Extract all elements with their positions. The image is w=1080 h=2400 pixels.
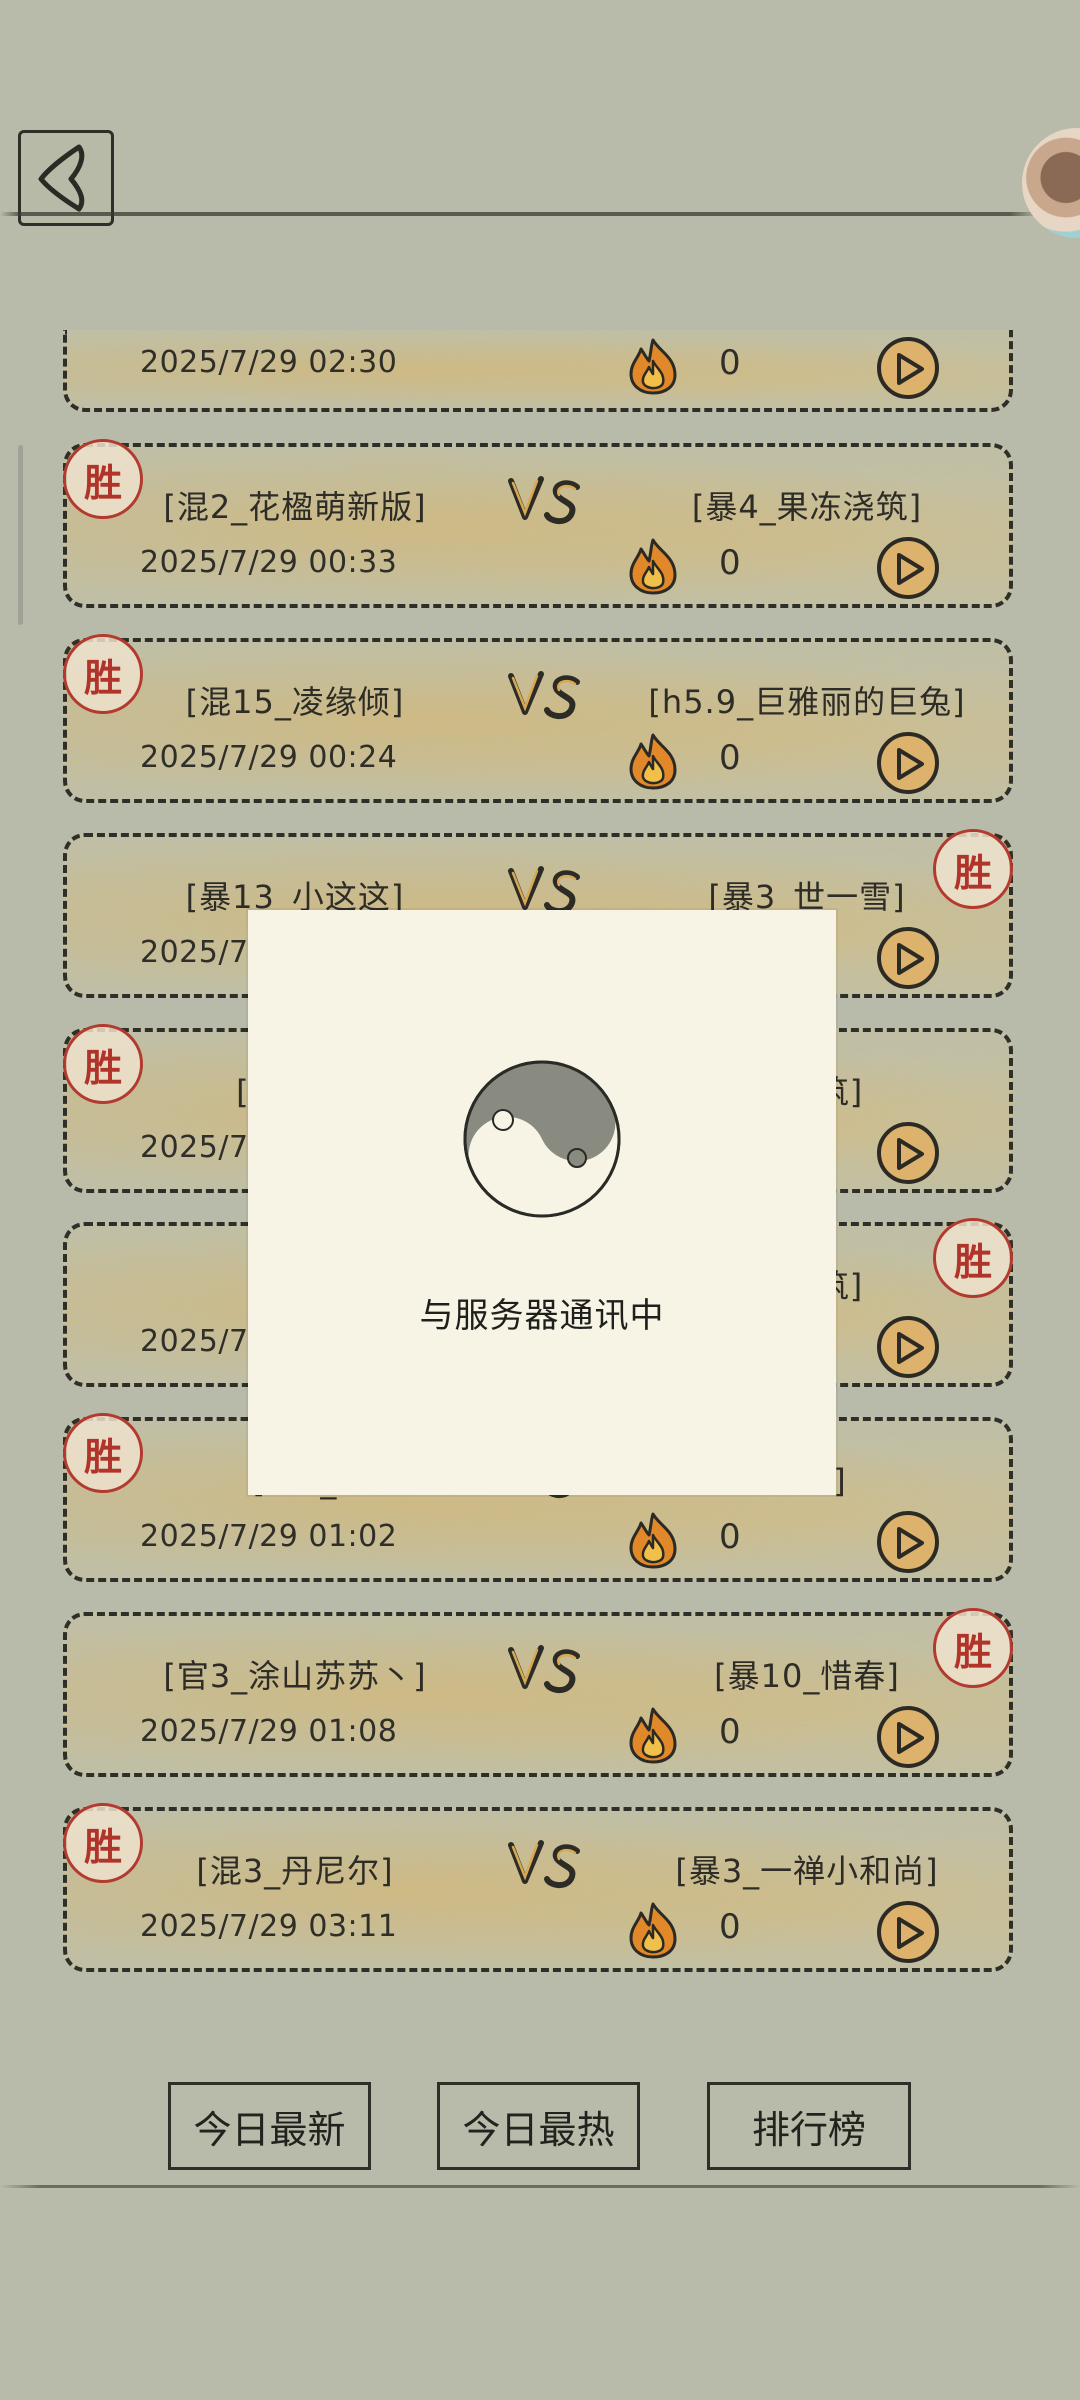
match-card[interactable]: [混3_丹尼尔] [暴3_一禅小和尚] 2025/7/29 03:11 0 胜 bbox=[63, 1803, 1013, 1972]
play-icon bbox=[897, 1138, 924, 1170]
play-button[interactable] bbox=[877, 1901, 939, 1963]
win-badge: 胜 bbox=[63, 1803, 143, 1883]
fire-icon bbox=[629, 538, 677, 595]
play-icon bbox=[897, 1527, 924, 1559]
vs-icon bbox=[508, 1840, 580, 1888]
fire-icon bbox=[629, 338, 677, 395]
match-card[interactable]: 2025/7/29 02:30 0 bbox=[63, 330, 1013, 412]
tab-today-latest[interactable]: 今日最新 bbox=[168, 2082, 371, 2170]
play-button[interactable] bbox=[877, 1706, 939, 1768]
win-badge: 胜 bbox=[63, 1413, 143, 1493]
match-time: 2025/7/ bbox=[140, 1324, 260, 1359]
match-time: 2025/7/29 00:24 bbox=[140, 740, 398, 775]
team-right: [h5.9_巨雅丽的巨兔] bbox=[648, 683, 966, 721]
play-button[interactable] bbox=[877, 732, 939, 794]
match-card[interactable]: [混2_花楹萌新版] [暴4_果冻浇筑] 2025/7/29 00:33 0 胜 bbox=[63, 439, 1013, 608]
play-button[interactable] bbox=[877, 1122, 939, 1184]
team-right: [暴10_惜春] bbox=[714, 1657, 900, 1695]
team-left: [混3_丹尼尔] bbox=[196, 1852, 394, 1890]
fire-icon bbox=[629, 1512, 677, 1569]
win-badge: 胜 bbox=[933, 1218, 1013, 1298]
heat-count: 0 bbox=[719, 1907, 741, 1947]
win-badge: 胜 bbox=[933, 1608, 1013, 1688]
team-left: [官3_涂山苏苏丶] bbox=[163, 1657, 427, 1695]
vs-icon bbox=[508, 671, 580, 719]
scroll-indicator bbox=[18, 445, 23, 625]
win-badge: 胜 bbox=[63, 1024, 143, 1104]
team-right: [暴4_果冻浇筑] bbox=[691, 488, 923, 526]
play-icon bbox=[897, 553, 924, 585]
play-button[interactable] bbox=[877, 337, 939, 399]
heat-count: 0 bbox=[719, 343, 741, 383]
fire-icon bbox=[629, 733, 677, 790]
tab-leaderboard[interactable]: 排行榜 bbox=[707, 2082, 911, 2170]
loading-message: 与服务器通讯中 bbox=[419, 1296, 665, 1336]
play-button[interactable] bbox=[877, 927, 939, 989]
fire-icon bbox=[629, 1902, 677, 1959]
play-icon bbox=[897, 353, 924, 385]
loading-dialog: 与服务器通讯中 bbox=[248, 910, 836, 1495]
win-badge: 胜 bbox=[933, 829, 1013, 909]
yin-yang-icon bbox=[463, 1060, 621, 1218]
match-time: 2025/7/29 01:08 bbox=[140, 1714, 398, 1749]
match-card[interactable]: [混15_凌缘倾] [h5.9_巨雅丽的巨兔] 2025/7/29 00:24 0… bbox=[63, 634, 1013, 803]
heat-count: 0 bbox=[719, 1712, 741, 1752]
heat-count: 0 bbox=[719, 738, 741, 778]
play-button[interactable] bbox=[877, 1511, 939, 1573]
vs-icon bbox=[508, 476, 580, 524]
chevron-left-icon bbox=[38, 144, 85, 212]
tab-today-hottest[interactable]: 今日最热 bbox=[437, 2082, 640, 2170]
team-left: [混15_凌缘倾] bbox=[185, 683, 405, 721]
match-card[interactable]: [官3_涂山苏苏丶] [暴10_惜春] 2025/7/29 01:08 0 胜 bbox=[63, 1608, 1013, 1777]
match-time: 2025/7/29 03:11 bbox=[140, 1909, 398, 1944]
play-icon bbox=[897, 1332, 924, 1364]
play-icon bbox=[897, 1917, 924, 1949]
win-badge: 胜 bbox=[63, 439, 143, 519]
win-badge: 胜 bbox=[63, 634, 143, 714]
avatar[interactable] bbox=[1022, 128, 1080, 238]
play-button[interactable] bbox=[877, 537, 939, 599]
play-icon bbox=[897, 748, 924, 780]
team-right: [暴3_一禅小和尚] bbox=[675, 1852, 939, 1890]
match-time: 2025/7/29 02:30 bbox=[140, 345, 398, 380]
fire-icon bbox=[629, 1707, 677, 1764]
play-icon bbox=[897, 943, 924, 975]
footer-divider bbox=[0, 2185, 1080, 2188]
match-time: 2025/7/ bbox=[140, 1130, 260, 1165]
heat-count: 0 bbox=[719, 543, 741, 583]
header-divider bbox=[0, 212, 1080, 216]
match-time: 2025/7/ bbox=[140, 935, 260, 970]
play-button[interactable] bbox=[877, 1316, 939, 1378]
match-time: 2025/7/29 00:33 bbox=[140, 545, 398, 580]
team-left: [混2_花楹萌新版] bbox=[163, 488, 427, 526]
heat-count: 0 bbox=[719, 1517, 741, 1557]
screen: 2025/7/29 02:30 0 [混2_花楹萌新版] [暴4_果冻浇筑] 20… bbox=[0, 0, 1080, 2400]
vs-icon bbox=[508, 1645, 580, 1693]
match-time: 2025/7/29 01:02 bbox=[140, 1519, 398, 1554]
play-icon bbox=[897, 1722, 924, 1754]
